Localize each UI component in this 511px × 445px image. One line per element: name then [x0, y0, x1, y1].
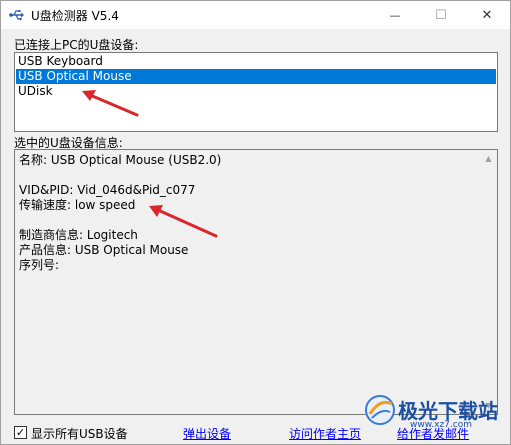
title-bar[interactable]: U盘检测器 V5.4 — ☐ ✕ [1, 1, 510, 29]
device-item-label: USB Optical Mouse [18, 69, 132, 83]
usb-icon [9, 10, 24, 21]
device-list[interactable]: USB Keyboard USB Optical Mouse UDisk [14, 52, 498, 132]
maximize-button[interactable]: ☐ [418, 1, 464, 29]
close-button[interactable]: ✕ [464, 1, 510, 29]
info-name: 名称: USB Optical Mouse (USB2.0) [19, 153, 222, 167]
device-item-label: UDisk [18, 84, 53, 98]
info-transfer-speed: 传输速度: low speed [19, 198, 136, 212]
window-title: U盘检测器 V5.4 [31, 9, 119, 23]
info-manufacturer: 制造商信息: Logitech [19, 228, 138, 242]
vertical-scrollbar[interactable]: ▲ ▼ [480, 150, 497, 414]
minimize-icon: — [389, 8, 401, 22]
scroll-up-icon[interactable]: ▲ [480, 150, 497, 167]
close-icon: ✕ [481, 7, 493, 23]
maximize-icon: ☐ [435, 7, 447, 23]
watermark-url: www.xz7.com [410, 420, 472, 430]
device-item-label: USB Keyboard [18, 54, 103, 68]
device-item-usb-keyboard[interactable]: USB Keyboard [16, 54, 496, 69]
app-window: U盘检测器 V5.4 — ☐ ✕ 已连接上PC的U盘设备: USB Keyboa… [0, 0, 511, 445]
devices-label: 已连接上PC的U盘设备: [14, 38, 139, 52]
device-info-textbox[interactable]: 名称: USB Optical Mouse (USB2.0) VID&PID: … [14, 149, 498, 415]
info-serial: 序列号: [19, 258, 60, 272]
eject-device-link[interactable]: 弹出设备 [183, 425, 231, 442]
device-item-usb-optical-mouse[interactable]: USB Optical Mouse [16, 69, 496, 84]
visit-author-link[interactable]: 访问作者主页 [289, 425, 361, 442]
device-item-udisk[interactable]: UDisk [16, 84, 496, 99]
show-all-usb-checkbox[interactable]: ✓ [14, 426, 27, 439]
info-product: 产品信息: USB Optical Mouse [19, 243, 189, 257]
show-all-usb-label: 显示所有USB设备 [31, 427, 128, 441]
minimize-button[interactable]: — [372, 1, 418, 29]
checkmark-icon: ✓ [15, 426, 26, 439]
info-vid-pid: VID&PID: Vid_046d&Pid_c077 [19, 183, 196, 197]
